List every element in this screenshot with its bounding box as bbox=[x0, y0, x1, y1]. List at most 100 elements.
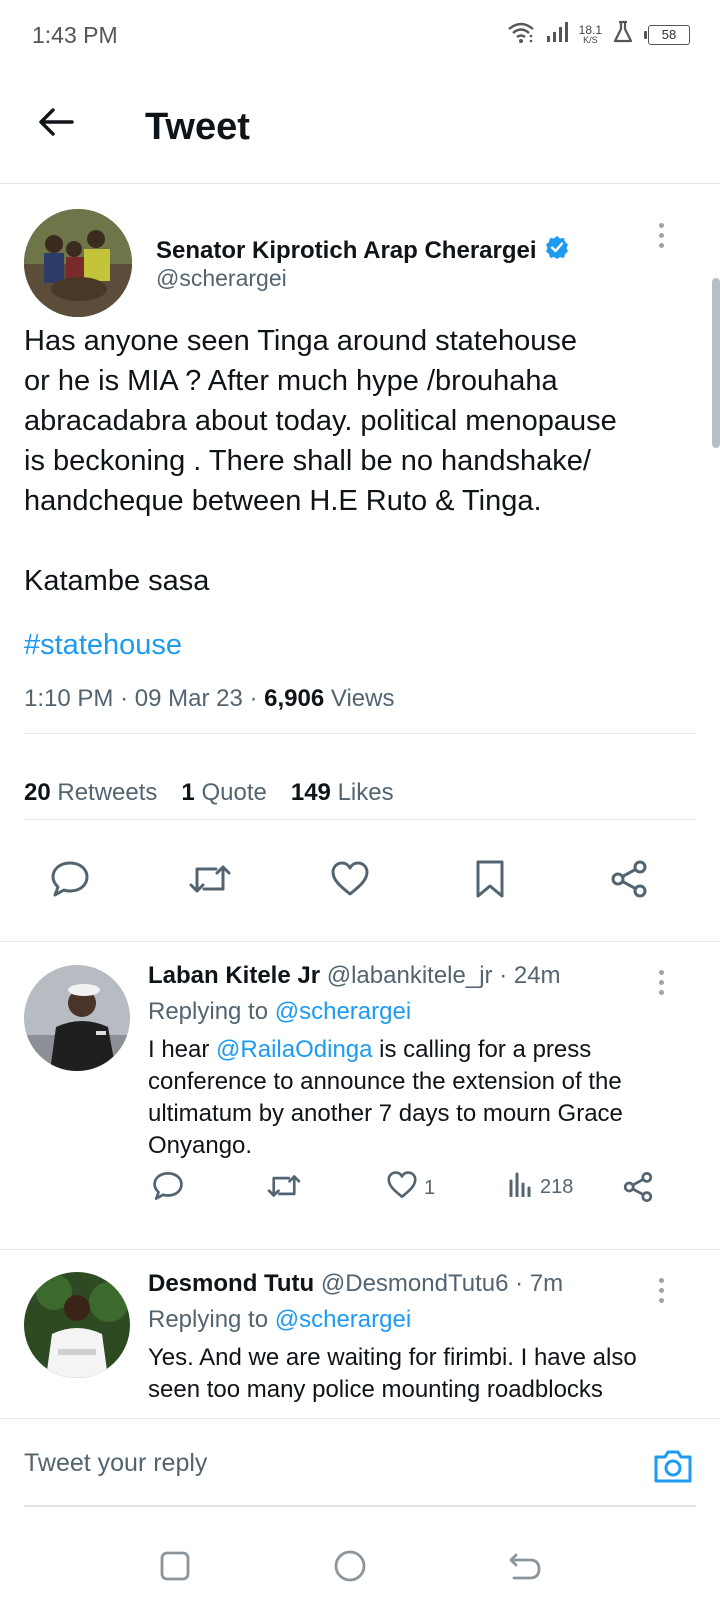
bookmark-button[interactable] bbox=[468, 859, 512, 903]
reply-author-name[interactable]: Desmond Tutu bbox=[148, 1270, 314, 1297]
reply-actions: 1 218 bbox=[148, 1171, 668, 1211]
like-button[interactable] bbox=[328, 859, 372, 903]
reply-like-count: 1 bbox=[424, 1176, 436, 1199]
tweet-stats: 20 Retweets 1 Quote 149 Likes bbox=[24, 779, 394, 807]
replying-mention[interactable]: @scherargei bbox=[275, 998, 411, 1025]
retweets-stat[interactable]: 20 Retweets bbox=[24, 779, 157, 807]
share-button[interactable] bbox=[607, 859, 651, 903]
reply-item[interactable]: Laban Kitele Jr @labankitele_jr · 24m Re… bbox=[0, 942, 720, 1249]
page-title: Tweet bbox=[145, 106, 250, 148]
more-dot bbox=[658, 232, 664, 238]
author-avatar[interactable] bbox=[24, 209, 132, 317]
reply-author-handle[interactable]: @labankitele_jr bbox=[327, 962, 493, 989]
flask-icon bbox=[612, 20, 634, 49]
reply-more-button[interactable] bbox=[649, 962, 673, 1002]
compose-underline bbox=[24, 1505, 696, 1507]
reply-text-mention[interactable]: @RailaOdinga bbox=[216, 1036, 372, 1063]
reply-more-button[interactable] bbox=[649, 1270, 673, 1310]
reply-icon bbox=[50, 860, 90, 903]
retweet-icon bbox=[266, 1171, 302, 1207]
reply-item[interactable]: Desmond Tutu @DesmondTutu6 · 7m Replying… bbox=[0, 1250, 720, 1418]
likes-stat[interactable]: 149 Likes bbox=[291, 779, 394, 807]
battery-icon: 58 bbox=[644, 24, 690, 45]
views-count: 6,906 bbox=[264, 685, 325, 712]
back-button[interactable] bbox=[32, 100, 80, 148]
tweet-date: 09 Mar 23 bbox=[134, 685, 243, 712]
like-icon bbox=[386, 1171, 418, 1205]
reply-compose-bar bbox=[0, 1418, 720, 1522]
reply-views-count: 218 bbox=[540, 1175, 574, 1198]
more-dot bbox=[658, 242, 664, 248]
author-name[interactable]: Senator Kiprotich Arap Cherargei bbox=[156, 235, 569, 266]
scrollbar[interactable] bbox=[712, 278, 720, 448]
reply-author-handle[interactable]: @DesmondTutu6 bbox=[321, 1270, 509, 1297]
meta-separator: · bbox=[249, 685, 258, 712]
author-name-text: Senator Kiprotich Arap Cherargei bbox=[156, 236, 537, 264]
home-button[interactable] bbox=[330, 1548, 370, 1588]
more-options-button[interactable] bbox=[649, 215, 673, 255]
like-icon bbox=[330, 861, 370, 902]
reply-text: I hear @RailaOdinga is calling for a pre… bbox=[148, 1034, 668, 1162]
reply-icon bbox=[152, 1171, 184, 1207]
back-icon bbox=[508, 1551, 542, 1586]
reply-avatar[interactable] bbox=[24, 965, 130, 1071]
reply-text-prefix: I hear bbox=[148, 1036, 217, 1063]
reply-retweet-button[interactable] bbox=[266, 1171, 302, 1207]
arrow-left-icon bbox=[38, 107, 74, 142]
status-time: 1:43 PM bbox=[32, 22, 118, 48]
likes-count: 149 bbox=[290, 779, 331, 806]
share-icon bbox=[622, 1171, 654, 1209]
reply-views-button[interactable]: 218 bbox=[508, 1171, 573, 1203]
more-dot bbox=[658, 1277, 664, 1283]
system-nav-bar bbox=[0, 1522, 720, 1612]
tweet-meta: 1:10 PM · 09 Mar 23 · 6,906 Views bbox=[24, 685, 394, 713]
signal-icon bbox=[545, 20, 569, 49]
reply-author-name[interactable]: Laban Kitele Jr bbox=[148, 962, 320, 989]
reply-avatar[interactable] bbox=[24, 1272, 130, 1378]
likes-label: Likes bbox=[337, 779, 394, 806]
reply-like-button[interactable]: 1 bbox=[386, 1171, 435, 1205]
reply-time: · 24m bbox=[499, 962, 561, 989]
reply-button[interactable] bbox=[48, 859, 92, 903]
home-icon bbox=[333, 1549, 367, 1588]
author-handle[interactable]: @scherargei bbox=[156, 265, 287, 292]
recents-icon bbox=[159, 1550, 191, 1587]
reply-text: Yes. And we are waiting for firimbi. I h… bbox=[148, 1344, 637, 1403]
hashtag-link[interactable]: #statehouse bbox=[24, 629, 182, 662]
camera-icon bbox=[652, 1450, 694, 1489]
retweet-icon bbox=[188, 860, 232, 903]
more-dot bbox=[658, 989, 664, 995]
retweets-count: 20 bbox=[24, 779, 51, 806]
wifi-icon bbox=[507, 20, 535, 49]
recents-button[interactable] bbox=[155, 1548, 195, 1588]
verified-badge-icon bbox=[545, 235, 569, 266]
more-dot bbox=[658, 969, 664, 975]
status-bar: 1:43 PM 18.1 K/S 58 bbox=[0, 0, 720, 72]
retweet-button[interactable] bbox=[188, 859, 232, 903]
views-label: Views bbox=[330, 685, 395, 712]
quotes-count: 1 bbox=[181, 779, 195, 806]
retweets-label: Retweets bbox=[57, 779, 158, 806]
status-icons: 18.1 K/S 58 bbox=[507, 20, 690, 49]
replying-mention[interactable]: @scherargei bbox=[275, 1306, 411, 1333]
net-speed: 18.1 K/S bbox=[579, 24, 602, 45]
share-icon bbox=[609, 859, 649, 904]
meta-separator: · bbox=[120, 685, 129, 712]
replying-to: Replying to @scherargei bbox=[148, 998, 411, 1026]
divider bbox=[24, 819, 696, 820]
header: Tweet bbox=[0, 72, 720, 184]
reply-share-button[interactable] bbox=[622, 1171, 654, 1209]
reply-header: Desmond Tutu @DesmondTutu6 · 7m bbox=[148, 1270, 563, 1298]
nav-back-button[interactable] bbox=[505, 1548, 545, 1588]
more-dot bbox=[658, 222, 664, 228]
reply-header: Laban Kitele Jr @labankitele_jr · 24m bbox=[148, 962, 561, 990]
reply-input[interactable] bbox=[24, 1449, 584, 1478]
analytics-icon bbox=[508, 1171, 534, 1203]
reply-time: · 7m bbox=[515, 1270, 564, 1297]
quotes-stat[interactable]: 1 Quote bbox=[181, 779, 266, 807]
reply-reply-button[interactable] bbox=[152, 1171, 184, 1207]
more-dot bbox=[658, 979, 664, 985]
tweet-body: Has anyone seen Tinga around statehouse … bbox=[24, 325, 617, 597]
replying-label: Replying to bbox=[148, 998, 269, 1025]
camera-button[interactable] bbox=[652, 1447, 694, 1485]
